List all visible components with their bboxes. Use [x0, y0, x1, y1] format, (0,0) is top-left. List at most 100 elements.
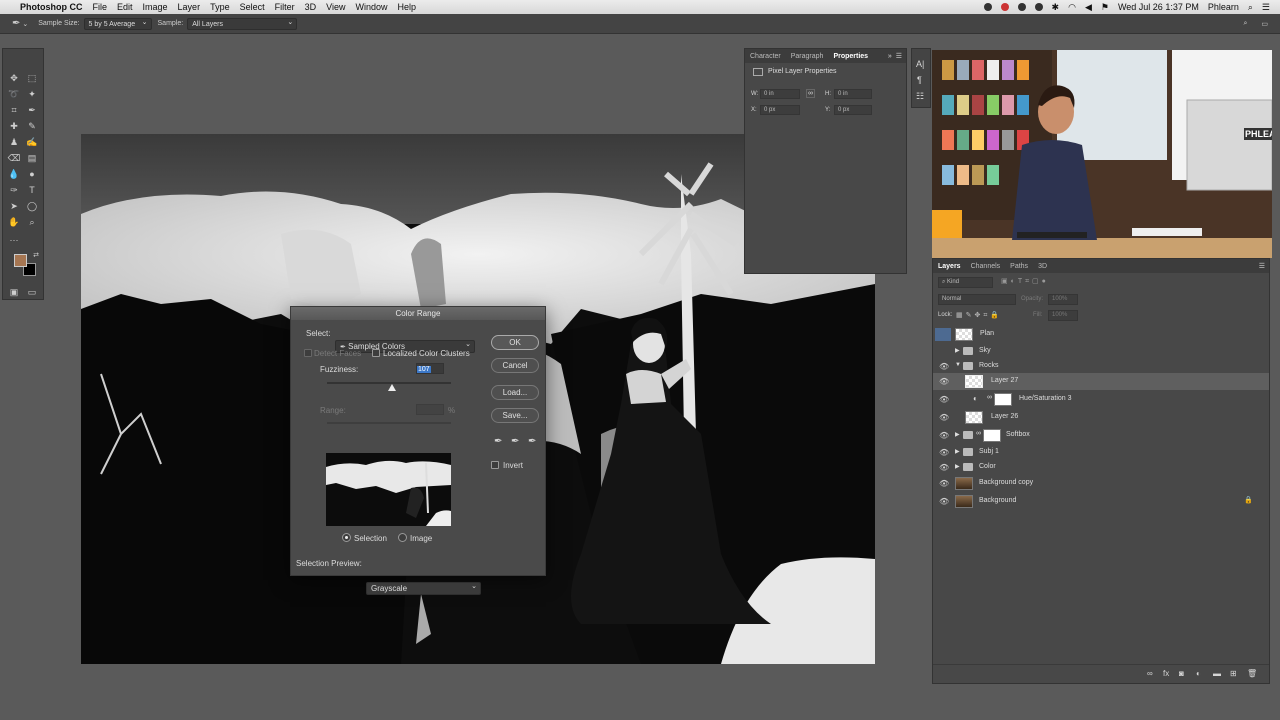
new-layer-icon[interactable]: ⊞ — [1230, 669, 1237, 678]
workspace-icon[interactable]: ▭ — [1261, 20, 1268, 28]
visibility-eye-icon[interactable]: 👁 — [939, 497, 949, 506]
quick-mask-icon[interactable]: ▣ — [7, 285, 21, 299]
fuzziness-slider-thumb[interactable] — [388, 384, 396, 391]
zoom-tool-icon[interactable]: ⌕ — [25, 215, 39, 229]
load-button[interactable]: Load... — [491, 385, 539, 400]
layer-row-plan[interactable]: Plan — [933, 326, 1269, 343]
w-field[interactable]: 0 in — [760, 89, 800, 99]
layer-row-layer-27[interactable]: 👁 Layer 27 — [933, 373, 1269, 390]
mask-link-icon[interactable]: ∞ — [987, 394, 992, 401]
tool-preset-chevron-icon[interactable]: ⌄ — [22, 20, 28, 28]
search-icon[interactable]: ⌕ — [1243, 20, 1247, 28]
menu-view[interactable]: View — [326, 2, 345, 12]
eyedropper-sample-icon[interactable]: ✒ — [494, 436, 502, 447]
tab-layers[interactable]: Layers — [933, 263, 966, 270]
selection-preview-dropdown[interactable]: Grayscale — [366, 581, 481, 595]
expand-arrow-icon[interactable]: ▶ — [955, 347, 960, 354]
visibility-eye-icon[interactable]: 👁 — [939, 377, 949, 386]
more-tools-icon[interactable]: ··· — [7, 233, 21, 247]
path-selection-tool-icon[interactable]: ➤ — [7, 199, 21, 213]
menu-3d[interactable]: 3D — [305, 2, 317, 12]
screen-mode-icon[interactable]: ▭ — [25, 285, 39, 299]
y-field[interactable]: 0 px — [834, 105, 872, 115]
visibility-eye-icon[interactable]: 👁 — [939, 431, 949, 440]
h-field[interactable]: 0 in — [834, 89, 872, 99]
expand-arrow-icon[interactable]: ▼ — [955, 362, 961, 368]
magic-wand-tool-icon[interactable]: ✦ — [25, 87, 39, 101]
mask-link-icon[interactable]: ∞ — [976, 430, 981, 437]
visibility-eye-icon[interactable]: 👁 — [939, 362, 949, 371]
opacity-field[interactable]: 100% — [1048, 294, 1078, 305]
app-menu[interactable]: Photoshop CC — [20, 2, 83, 12]
move-tool-icon[interactable]: ✥ — [7, 71, 21, 85]
type-tool-icon[interactable]: T — [25, 183, 39, 197]
cancel-button[interactable]: Cancel — [491, 358, 539, 373]
panel-menu-icon[interactable]: ☰ — [896, 52, 902, 60]
eyedropper-icon[interactable]: ✒ — [25, 103, 39, 117]
layer-style-icon[interactable]: fx — [1163, 669, 1169, 678]
expand-arrow-icon[interactable]: ▶ — [955, 448, 960, 455]
tab-character[interactable]: Character — [745, 53, 786, 60]
trash-icon[interactable]: 🗑 — [1247, 669, 1257, 678]
eraser-tool-icon[interactable]: ⌫ — [7, 151, 21, 165]
lasso-tool-icon[interactable]: ➰ — [7, 87, 21, 101]
ellipse-tool-icon[interactable]: ◯ — [25, 199, 39, 213]
layer-row-layer-26[interactable]: 👁 Layer 26 — [933, 409, 1269, 426]
expand-arrow-icon[interactable]: ▶ — [955, 431, 960, 438]
menubar-user[interactable]: Phlearn — [1208, 2, 1239, 12]
wifi-icon[interactable]: ◠ — [1068, 2, 1076, 13]
status-icon[interactable] — [1017, 3, 1026, 11]
visibility-eye-icon[interactable]: 👁 — [939, 479, 949, 488]
gradient-tool-icon[interactable]: ▤ — [25, 151, 39, 165]
new-group-icon[interactable]: ▬ — [1213, 669, 1221, 678]
lock-icon[interactable]: 🔒 — [1244, 496, 1253, 504]
filter-type-icons[interactable]: ▣◐T⌗▢● — [1001, 277, 1049, 286]
layer-row-softbox[interactable]: 👁 ▶ ∞ Softbox — [933, 427, 1269, 444]
properties-panel-icon[interactable]: ☷ — [916, 91, 924, 102]
swap-colors-icon[interactable]: ⇄ — [29, 249, 43, 263]
save-button[interactable]: Save... — [491, 408, 539, 423]
sample-dropdown[interactable]: All Layers — [187, 17, 298, 30]
blur-tool-icon[interactable]: 💧 — [7, 167, 21, 181]
x-field[interactable]: 0 px — [760, 105, 800, 115]
flag-icon[interactable]: ⚑ — [1101, 2, 1109, 13]
marquee-tool-icon[interactable]: ⬚ — [25, 71, 39, 85]
localized-clusters-checkbox[interactable] — [372, 349, 380, 357]
visibility-eye-icon[interactable]: 👁 — [939, 395, 949, 404]
hand-tool-icon[interactable]: ✋ — [7, 215, 21, 229]
layer-row-background-copy[interactable]: 👁 Background copy — [933, 475, 1269, 492]
paragraph-panel-icon[interactable]: ¶ — [917, 75, 922, 85]
volume-icon[interactable]: ◀ — [1085, 2, 1092, 13]
brush-tool-icon[interactable]: ✎ — [25, 119, 39, 133]
tab-channels[interactable]: Channels — [966, 263, 1006, 270]
link-layers-icon[interactable]: ∞ — [1147, 669, 1153, 678]
spotlight-search-icon[interactable]: ⌕ — [1248, 2, 1253, 13]
dialog-title[interactable]: Color Range — [291, 307, 545, 320]
visibility-eye-icon[interactable]: 👁 — [939, 463, 949, 472]
bluetooth-icon[interactable]: ✱ — [1052, 2, 1060, 13]
menu-layer[interactable]: Layer — [178, 2, 201, 12]
history-brush-tool-icon[interactable]: ✍ — [25, 135, 39, 149]
add-mask-icon[interactable]: ◙ — [1179, 669, 1184, 678]
fuzziness-input[interactable]: 107 — [416, 363, 444, 374]
tab-properties[interactable]: Properties — [828, 53, 873, 60]
menu-type[interactable]: Type — [210, 2, 230, 12]
blend-mode-dropdown[interactable]: Normal — [938, 294, 1016, 305]
range-slider-track[interactable] — [327, 422, 451, 424]
link-dimensions-icon[interactable]: ∞ — [806, 89, 815, 98]
notification-center-icon[interactable]: ☰ — [1262, 2, 1270, 13]
sample-size-dropdown[interactable]: 5 by 5 Average — [83, 17, 152, 30]
dodge-tool-icon[interactable]: ● — [25, 167, 39, 181]
menu-filter[interactable]: Filter — [275, 2, 295, 12]
creative-cloud-icon[interactable] — [1000, 3, 1009, 11]
layer-filter-kind[interactable]: ⌕ Kind — [938, 277, 993, 288]
eyedropper-subtract-icon[interactable]: ✒ — [528, 436, 536, 447]
record-icon[interactable] — [983, 3, 992, 11]
layers-panel-menu-icon[interactable]: ☰ — [1259, 262, 1265, 270]
menu-edit[interactable]: Edit — [117, 2, 133, 12]
tab-paragraph[interactable]: Paragraph — [786, 53, 829, 60]
layer-row-color[interactable]: 👁 ▶ Color — [933, 459, 1269, 476]
lock-icons[interactable]: ▦✎✥⌗🔒 — [956, 311, 1002, 320]
visibility-eye-icon[interactable]: 👁 — [939, 448, 949, 457]
range-input[interactable] — [416, 404, 444, 415]
